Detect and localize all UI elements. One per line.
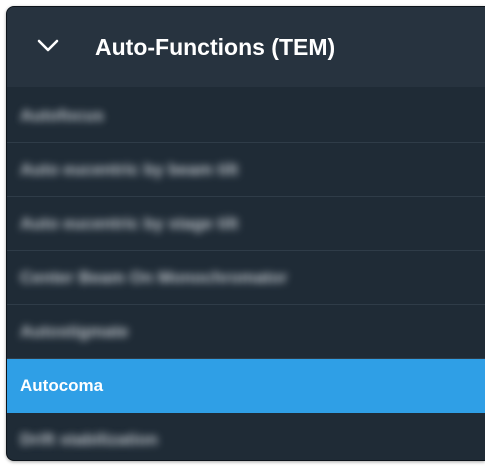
list-item-label: Auto eucentric by stage tilt — [20, 214, 239, 233]
function-list: Autofocus Auto eucentric by beam tilt Au… — [7, 89, 485, 460]
list-item-label: Autostigmate — [20, 322, 129, 341]
list-item-autocoma[interactable]: Autocoma — [7, 359, 485, 413]
list-item-auto-eucentric-beam-tilt[interactable]: Auto eucentric by beam tilt — [7, 143, 485, 197]
panel-header[interactable]: Auto-Functions (TEM) — [7, 7, 485, 87]
list-item-label: Drift stabilization — [20, 430, 158, 449]
list-item-drift-stabilization[interactable]: Drift stabilization — [7, 413, 485, 460]
list-item-label: Autocoma — [20, 376, 104, 395]
list-item-auto-eucentric-stage-tilt[interactable]: Auto eucentric by stage tilt — [7, 197, 485, 251]
chevron-down-icon[interactable] — [37, 39, 59, 53]
list-item-autostigmate[interactable]: Autostigmate — [7, 305, 485, 359]
list-item-label: Center Beam On Monochromator — [20, 268, 288, 287]
list-item-autofocus[interactable]: Autofocus — [7, 89, 485, 143]
list-item-label: Auto eucentric by beam tilt — [20, 160, 239, 179]
list-item-label: Autofocus — [20, 106, 105, 125]
panel-title: Auto-Functions (TEM) — [95, 34, 336, 60]
auto-functions-panel: Auto-Functions (TEM) Autofocus Auto euce… — [6, 6, 485, 461]
list-item-center-beam-monochromator[interactable]: Center Beam On Monochromator — [7, 251, 485, 305]
